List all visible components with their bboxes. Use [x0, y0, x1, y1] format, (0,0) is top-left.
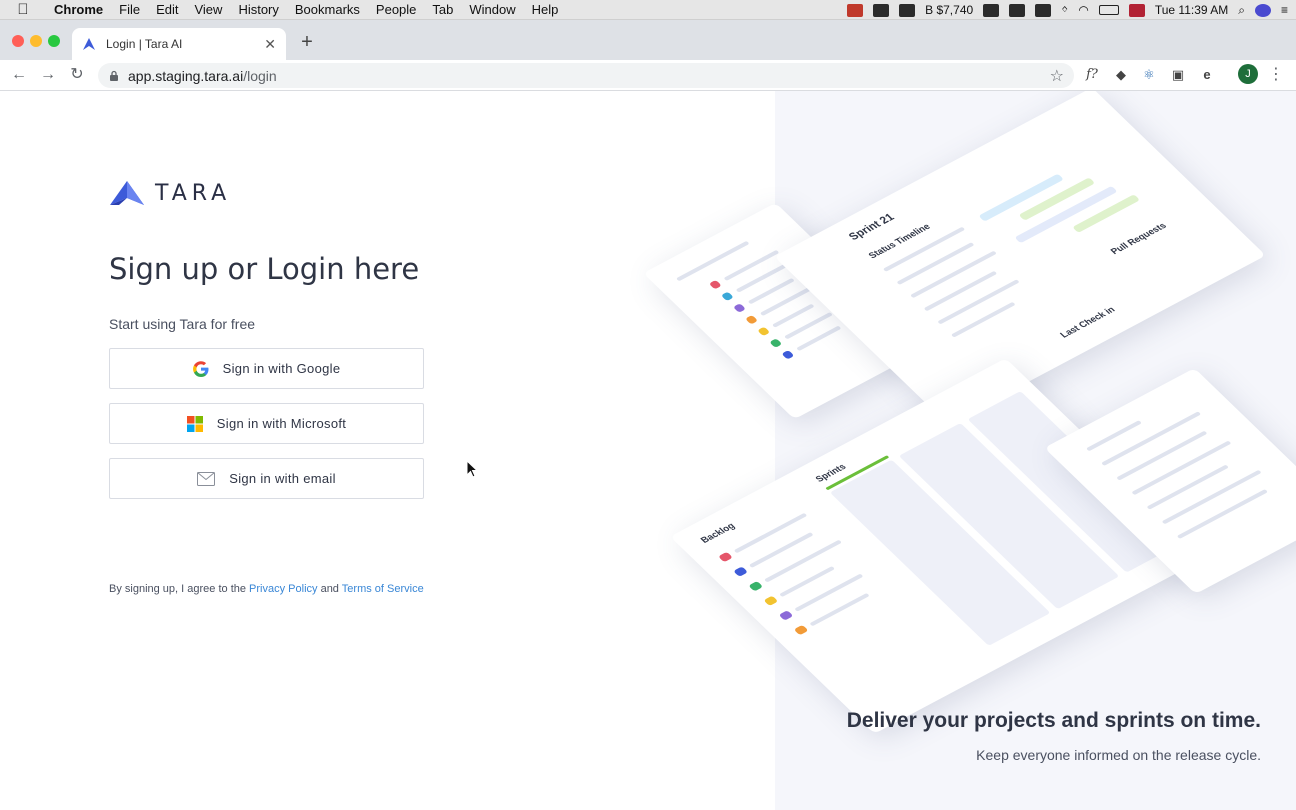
fullscreen-window-icon[interactable]	[48, 35, 60, 47]
email-signin-label: Sign in with email	[229, 471, 336, 486]
microsoft-signin-label: Sign in with Microsoft	[216, 416, 347, 431]
envelope-icon	[197, 471, 216, 486]
creative-cloud-icon[interactable]	[983, 3, 1000, 17]
page-subtitle: Start using Tara for free	[109, 316, 256, 332]
evernote-extension-icon[interactable]: e	[1198, 66, 1216, 84]
new-tab-button[interactable]: +	[296, 32, 318, 54]
menu-help[interactable]: Help	[524, 2, 567, 17]
formula-extension-icon[interactable]: f?	[1083, 66, 1101, 84]
apple-menu-icon[interactable]: 	[0, 1, 46, 18]
bookmark-star-icon[interactable]: ☆	[1050, 66, 1064, 86]
macos-menu-bar:  Chrome File Edit View History Bookmark…	[0, 0, 1296, 20]
cloud-icon[interactable]	[1009, 3, 1026, 17]
menu-app-name[interactable]: Chrome	[46, 2, 111, 17]
marketing-tagline: Deliver your projects and sprints on tim…	[846, 709, 1261, 732]
spotlight-search-icon[interactable]: ⌕	[1238, 3, 1245, 18]
browser-toolbar: ← → ↻ app.staging.tara.ai/login ☆ f? ◆ ⚛…	[0, 60, 1296, 91]
menu-bookmarks[interactable]: Bookmarks	[287, 2, 368, 17]
siri-icon[interactable]	[1254, 3, 1271, 17]
shield-extension-icon[interactable]: ◆	[1112, 66, 1130, 84]
mouse-cursor-icon	[466, 460, 478, 478]
google-signin-button[interactable]: Sign in with Google	[109, 348, 424, 389]
microsoft-signin-button[interactable]: Sign in with Microsoft	[109, 403, 424, 444]
microsoft-icon	[186, 415, 203, 432]
airplay-icon[interactable]	[1035, 3, 1052, 17]
mock-last-checkin-title: Last Check in	[1057, 304, 1118, 340]
terms-text: By signing up, I agree to the Privacy Po…	[109, 583, 424, 595]
notification-center-icon[interactable]: ≡	[1281, 3, 1288, 17]
mock-sprint-title: Sprint 21	[846, 211, 898, 243]
forward-arrow-icon[interactable]: →	[37, 64, 59, 86]
menu-view[interactable]: View	[186, 2, 230, 17]
close-window-icon[interactable]	[12, 35, 24, 47]
url-host: app.staging.tara.ai	[128, 67, 244, 84]
menu-bar-status-area: B $7,740 ᛜ ◠ Tue 11:39 AM ⌕ ≡	[847, 0, 1288, 20]
google-icon	[192, 360, 209, 377]
clock-text[interactable]: Tue 11:39 AM	[1155, 3, 1228, 17]
camera-extension-icon[interactable]: ▣	[1169, 66, 1187, 84]
close-tab-icon[interactable]: ✕	[264, 36, 276, 53]
menu-people[interactable]: People	[368, 2, 424, 17]
bitcoin-price-text[interactable]: B $7,740	[925, 3, 973, 17]
reload-icon[interactable]: ↻	[66, 64, 88, 86]
google-signin-label: Sign in with Google	[222, 361, 341, 376]
address-bar[interactable]: app.staging.tara.ai/login ☆	[98, 63, 1074, 88]
app-tray-icon[interactable]	[847, 3, 864, 17]
menu-edit[interactable]: Edit	[148, 2, 186, 17]
tara-logo-icon	[110, 181, 144, 205]
tara-favicon-icon	[83, 38, 95, 50]
browser-tab-strip: Login | Tara AI ✕ +	[0, 20, 1296, 60]
tab-title: Login | Tara AI	[106, 37, 183, 51]
menu-file[interactable]: File	[111, 2, 148, 17]
react-devtools-icon[interactable]: ⚛	[1140, 66, 1158, 84]
product-illustration: Sprint 21 Status Timeline Pull Requests …	[643, 91, 1296, 781]
lock-icon	[110, 70, 118, 81]
login-page: Sprint 21 Status Timeline Pull Requests …	[0, 91, 1296, 810]
menu-window[interactable]: Window	[461, 2, 523, 17]
mock-pull-requests-title: Pull Requests	[1108, 220, 1169, 257]
tara-logo-text: TARA	[155, 180, 232, 206]
shield-tray-icon[interactable]	[873, 3, 890, 17]
url-path: /login	[243, 67, 277, 84]
active-tab[interactable]: Login | Tara AI ✕	[72, 28, 286, 60]
terms-of-service-link[interactable]: Terms of Service	[342, 583, 424, 595]
tara-logo: TARA	[109, 180, 231, 206]
marketing-tagline-subtext: Keep everyone informed on the release cy…	[976, 747, 1261, 763]
back-arrow-icon[interactable]: ←	[8, 64, 30, 86]
terms-and: and	[317, 583, 342, 595]
terms-prefix: By signing up, I agree to the	[109, 583, 250, 595]
page-title: Sign up or Login here	[109, 252, 420, 286]
us-flag-icon[interactable]	[1128, 3, 1145, 17]
grid-tray-icon[interactable]	[899, 3, 916, 17]
minimize-window-icon[interactable]	[30, 35, 42, 47]
mock-backlog-title: Backlog	[698, 520, 737, 545]
menu-history[interactable]: History	[230, 2, 286, 17]
bluetooth-icon[interactable]: ᛜ	[1061, 3, 1068, 17]
battery-icon[interactable]	[1098, 5, 1119, 15]
email-signin-button[interactable]: Sign in with email	[109, 458, 424, 499]
browser-menu-icon[interactable]: ⋮	[1268, 64, 1284, 86]
wifi-icon[interactable]: ◠	[1078, 3, 1088, 17]
privacy-policy-link[interactable]: Privacy Policy	[249, 583, 317, 595]
profile-avatar[interactable]: J	[1238, 64, 1258, 84]
menu-tab[interactable]: Tab	[424, 2, 461, 17]
